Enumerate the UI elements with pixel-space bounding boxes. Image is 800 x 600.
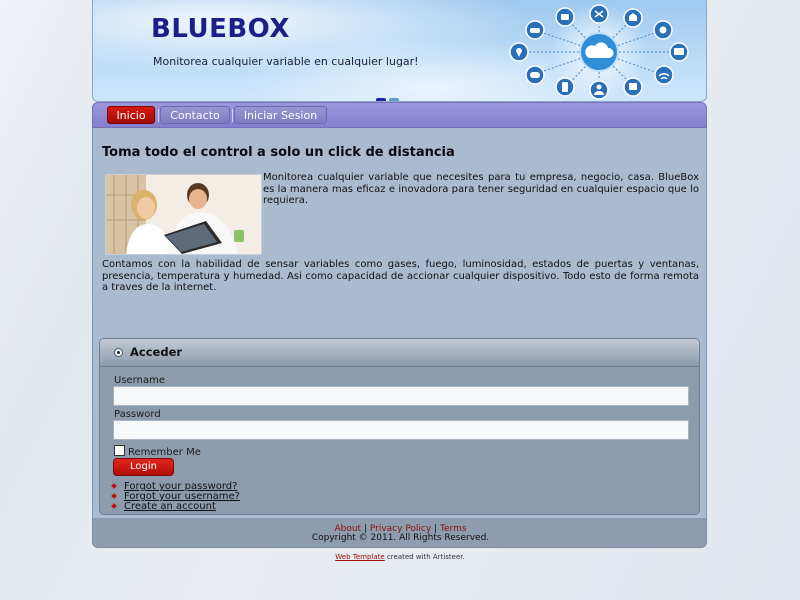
login-links: Forgot your password? Forgot your userna…	[110, 482, 240, 512]
menu-item-contacto[interactable]: Contacto	[160, 106, 230, 124]
site-logo[interactable]: BLUEBOX	[151, 14, 290, 44]
remember-me-label[interactable]: Remember Me	[128, 447, 201, 458]
wifi-icon	[654, 65, 674, 85]
list-item: Create an account	[110, 502, 240, 512]
password-input[interactable]	[113, 420, 689, 440]
password-label: Password	[114, 409, 161, 420]
username-input[interactable]	[113, 386, 689, 406]
copyright-text: Copyright © 2011. All Rights Reserved.	[311, 533, 490, 543]
menu-item-inicio[interactable]: Inicio	[107, 106, 155, 124]
article-headline: Toma todo el control a solo un click de …	[102, 145, 455, 160]
create-account-link[interactable]: Create an account	[124, 501, 216, 512]
bullet-icon	[111, 503, 117, 509]
template-credit: Web Template created with Artisteer.	[0, 553, 800, 561]
footer: About | Privacy Policy | Terms Copyright…	[92, 518, 707, 548]
login-button[interactable]: Login	[113, 458, 174, 476]
remember-me: Remember Me	[114, 445, 201, 458]
content-area: Toma todo el control a solo un click de …	[92, 128, 707, 518]
menu-item-iniciar-sesion[interactable]: Iniciar Sesion	[234, 106, 327, 124]
features-paragraph: Contamos con la habilidad de sensar vari…	[102, 259, 699, 293]
people-laptop-photo	[105, 174, 262, 255]
login-module: Acceder Username Password Remember Me Lo…	[99, 338, 700, 515]
username-label: Username	[114, 375, 165, 386]
page: BLUEBOX Monitorea cualquier variable en …	[92, 0, 707, 548]
credit-text: created with Artisteer.	[386, 553, 465, 561]
bullet-icon	[114, 348, 123, 357]
user-icon	[589, 80, 609, 100]
header-banner: BLUEBOX Monitorea cualquier variable en …	[92, 0, 707, 102]
intro-paragraph: Monitorea cualquier variable que necesit…	[263, 172, 699, 206]
menu-separator	[232, 109, 233, 122]
main-menu: Inicio Contacto Iniciar Sesion	[92, 102, 707, 128]
bullet-icon	[111, 483, 117, 489]
iot-network-illustration	[509, 4, 689, 100]
remember-me-checkbox[interactable]	[114, 445, 125, 456]
login-header: Acceder	[100, 339, 699, 367]
slide-indicators	[376, 91, 402, 101]
site-slogan: Monitorea cualquier variable en cualquie…	[153, 55, 419, 68]
login-title: Acceder	[130, 345, 183, 359]
web-template-link[interactable]: Web Template	[335, 553, 384, 561]
menu-separator	[158, 109, 159, 122]
bullet-icon	[111, 493, 117, 499]
